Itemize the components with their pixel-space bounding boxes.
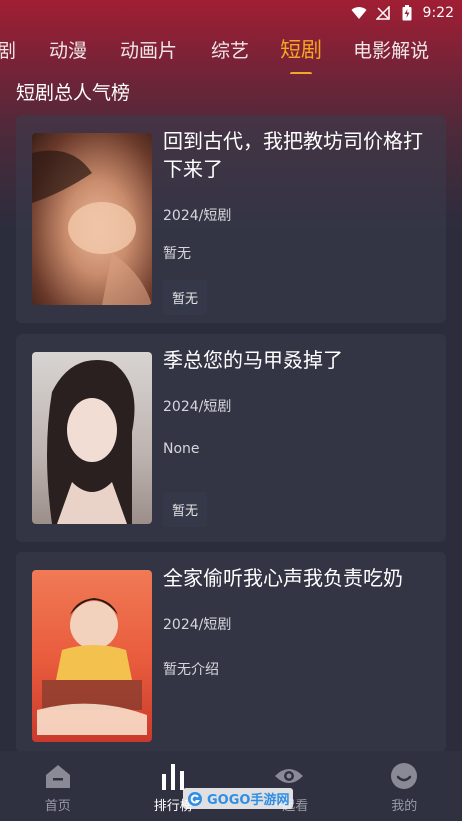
drama-title: 全家偷听我心声我负责吃奶	[163, 566, 403, 590]
drama-title: 季总您的马甲叒掉了	[163, 348, 343, 372]
watermark-icon	[188, 791, 202, 806]
nav-mine[interactable]: 我的	[347, 751, 462, 821]
watermark-text: GOGO手游网	[207, 793, 290, 808]
tab-anime[interactable]: 动漫	[49, 30, 87, 63]
nav-ranking[interactable]: 排行榜	[116, 751, 232, 821]
tab-short-drama[interactable]: 短剧	[280, 30, 322, 64]
status-tag: 暂无	[163, 280, 208, 315]
list-item[interactable]: 全家偷听我心声我负责吃奶 2024/短剧 暂无介绍	[16, 552, 446, 752]
drama-desc: None	[163, 441, 200, 457]
tab-variety[interactable]: 综艺	[211, 30, 249, 63]
list-item[interactable]: 季总您的马甲叒掉了 2024/短剧 None 暂无	[16, 334, 446, 542]
no-signal-icon	[375, 5, 391, 21]
bottom-nav: 首页 排行榜 一起看 我的	[0, 751, 462, 821]
eye-icon	[274, 761, 304, 791]
status-time: 9:22	[422, 5, 454, 21]
poster-image	[32, 133, 152, 305]
home-icon	[43, 761, 73, 791]
nav-label: 首页	[44, 799, 71, 814]
tab-drama[interactable]: 剧	[0, 30, 16, 63]
tab-cartoon[interactable]: 动画片	[120, 30, 177, 63]
list-item[interactable]: 回到古代，我把教坊司价格打下来了 2024/短剧 暂无 暂无	[16, 115, 446, 323]
nav-watch-together[interactable]: 一起看	[231, 751, 347, 821]
drama-title: 回到古代，我把教坊司价格打下来了	[163, 129, 423, 181]
status-tag: 暂无	[163, 492, 208, 527]
nav-label: 我的	[391, 799, 418, 814]
battery-charging-icon	[399, 5, 415, 21]
year-type: 2024/短剧	[163, 208, 232, 224]
wifi-icon	[351, 5, 367, 21]
nav-home[interactable]: 首页	[0, 751, 116, 821]
poster-image	[32, 570, 152, 742]
ranking-bars-icon	[158, 761, 188, 791]
drama-desc: 暂无介绍	[163, 662, 219, 678]
category-tabs: 剧 动漫 动画片 综艺 短剧 电影解说	[0, 30, 462, 74]
smile-face-icon	[389, 761, 419, 791]
drama-desc: 暂无	[163, 246, 191, 262]
year-type: 2024/短剧	[163, 399, 232, 415]
poster-image	[32, 352, 152, 524]
section-title: 短剧总人气榜	[16, 82, 131, 104]
tab-movie-commentary[interactable]: 电影解说	[353, 30, 429, 63]
year-type: 2024/短剧	[163, 617, 232, 633]
status-bar: 9:22	[0, 0, 462, 26]
watermark-logo: GOGO手游网	[183, 788, 294, 809]
